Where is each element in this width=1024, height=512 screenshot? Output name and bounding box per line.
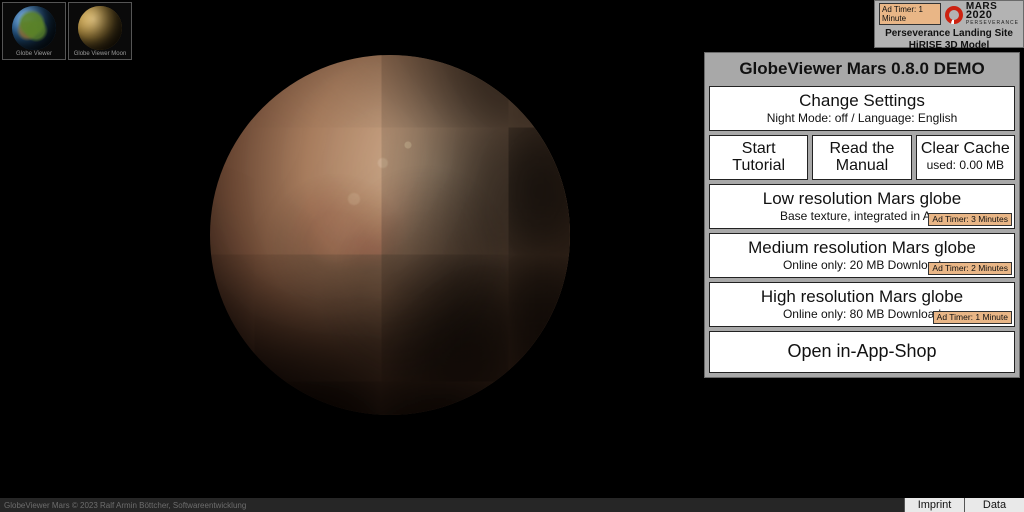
- button-label: Tutorial: [712, 157, 805, 174]
- high-res-button[interactable]: High resolution Mars globe Online only: …: [709, 282, 1015, 327]
- moon-icon: [78, 6, 122, 50]
- mars2020-promo[interactable]: Ad Timer: 1 Minute MARS 2020 PERSEVERANC…: [874, 0, 1024, 48]
- earth-icon: [12, 6, 56, 50]
- thumb-globe-viewer[interactable]: Globe Viewer: [2, 2, 66, 60]
- copyright-text: GlobeViewer Mars © 2023 Ralf Armin Böttc…: [0, 501, 904, 510]
- brand-line2: 2020: [966, 11, 1019, 19]
- open-shop-button[interactable]: Open in-App-Shop: [709, 331, 1015, 373]
- start-tutorial-button[interactable]: Start Tutorial: [709, 135, 808, 180]
- thumb-label: Globe Viewer Moon: [69, 50, 131, 59]
- button-label: Medium resolution Mars globe: [716, 238, 1008, 257]
- button-label: Manual: [815, 157, 908, 174]
- change-settings-button[interactable]: Change Settings Night Mode: off / Langua…: [709, 86, 1015, 131]
- thumb-label: Globe Viewer: [3, 50, 65, 59]
- imprint-button[interactable]: Imprint: [904, 498, 964, 512]
- clear-cache-button[interactable]: Clear Cache used: 0.00 MB: [916, 135, 1015, 180]
- ad-timer-badge: Ad Timer: 1 Minute: [933, 311, 1012, 324]
- button-sub: Night Mode: off / Language: English: [716, 111, 1008, 125]
- promo-caption-2: HiRISE 3D Model: [879, 40, 1019, 51]
- product-thumbnails: Globe Viewer Globe Viewer Moon: [2, 2, 132, 60]
- button-label: Low resolution Mars globe: [716, 189, 1008, 208]
- promo-caption-1: Perseverance Landing Site: [879, 28, 1019, 39]
- thumb-globe-viewer-moon[interactable]: Globe Viewer Moon: [68, 2, 132, 60]
- ad-timer-badge: Ad Timer: 3 Minutes: [928, 213, 1012, 226]
- panel-title: GlobeViewer Mars 0.8.0 DEMO: [709, 57, 1015, 82]
- button-label: Clear Cache: [919, 140, 1012, 157]
- button-label: Start: [712, 140, 805, 157]
- ad-timer-badge: Ad Timer: 1 Minute: [879, 3, 941, 25]
- mars2020-logo: MARS 2020 PERSEVERANCE: [945, 3, 1019, 27]
- mission-mark-icon: [945, 6, 963, 24]
- action-row: Start Tutorial Read the Manual Clear Cac…: [709, 135, 1015, 180]
- read-manual-button[interactable]: Read the Manual: [812, 135, 911, 180]
- ad-timer-badge: Ad Timer: 2 Minutes: [928, 262, 1012, 275]
- button-sub: used: 0.00 MB: [919, 158, 1012, 172]
- brand-sub: PERSEVERANCE: [966, 19, 1019, 27]
- button-label: Open in-App-Shop: [716, 336, 1008, 367]
- main-menu-panel: GlobeViewer Mars 0.8.0 DEMO Change Setti…: [704, 52, 1020, 378]
- medium-res-button[interactable]: Medium resolution Mars globe Online only…: [709, 233, 1015, 278]
- data-button[interactable]: Data: [964, 498, 1024, 512]
- button-label: Read the: [815, 140, 908, 157]
- low-res-button[interactable]: Low resolution Mars globe Base texture, …: [709, 184, 1015, 229]
- button-label: Change Settings: [716, 91, 1008, 110]
- footer-bar: GlobeViewer Mars © 2023 Ralf Armin Böttc…: [0, 498, 1024, 512]
- mars-globe[interactable]: [210, 55, 570, 415]
- button-label: High resolution Mars globe: [716, 287, 1008, 306]
